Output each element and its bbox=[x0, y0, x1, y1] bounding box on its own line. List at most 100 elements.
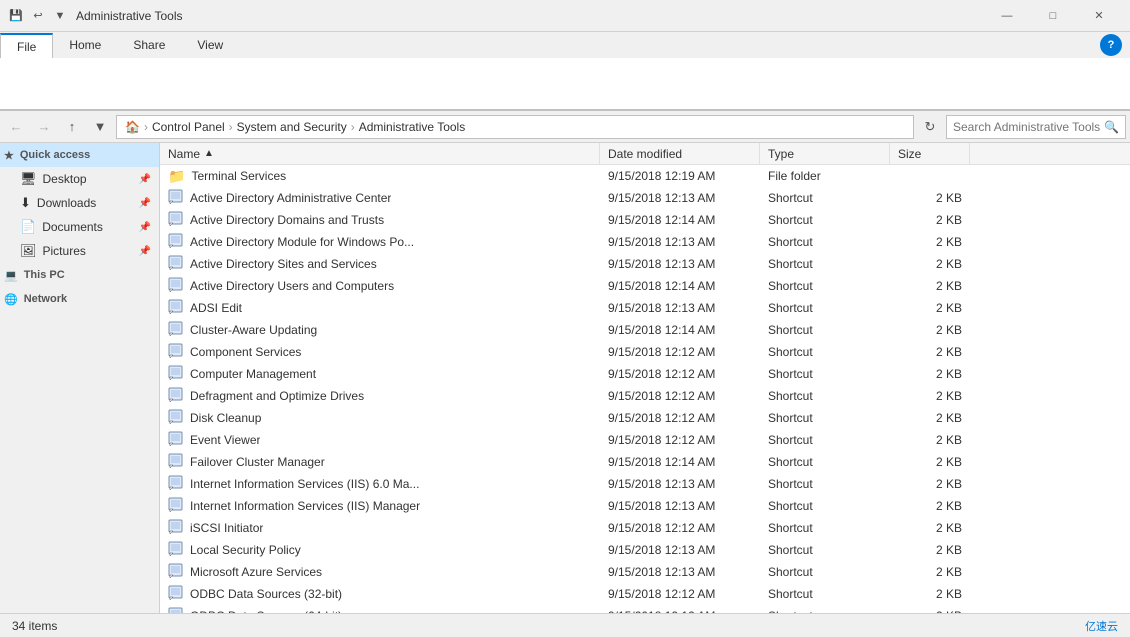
breadcrumb-admin-tools[interactable]: Administrative Tools bbox=[359, 120, 466, 134]
file-date-cell: 9/15/2018 12:12 AM bbox=[600, 521, 760, 535]
shortcut-icon bbox=[168, 431, 184, 450]
breadcrumb-home[interactable]: 🏠 bbox=[125, 120, 140, 134]
table-row[interactable]: ODBC Data Sources (64-bit) 9/15/2018 12:… bbox=[160, 605, 1130, 613]
desktop-label: Desktop bbox=[43, 172, 87, 186]
file-date-cell: 9/15/2018 12:13 AM bbox=[600, 543, 760, 557]
file-type-cell: Shortcut bbox=[760, 543, 890, 557]
close-button[interactable]: ✕ bbox=[1076, 0, 1122, 32]
table-row[interactable]: ADSI Edit 9/15/2018 12:13 AM Shortcut 2 … bbox=[160, 297, 1130, 319]
table-row[interactable]: Failover Cluster Manager 9/15/2018 12:14… bbox=[160, 451, 1130, 473]
table-row[interactable]: iSCSI Initiator 9/15/2018 12:12 AM Short… bbox=[160, 517, 1130, 539]
recent-button[interactable]: ▼ bbox=[88, 115, 112, 139]
sidebar-item-network[interactable]: 🌐 Network bbox=[0, 287, 159, 311]
file-name-cell: Cluster-Aware Updating bbox=[160, 321, 600, 340]
sidebar-item-this-pc[interactable]: 💻 This PC bbox=[0, 263, 159, 287]
table-row[interactable]: Microsoft Azure Services 9/15/2018 12:13… bbox=[160, 561, 1130, 583]
shortcut-icon bbox=[168, 189, 184, 208]
col-header-size[interactable]: Size bbox=[890, 143, 970, 164]
up-button[interactable]: ↑ bbox=[60, 115, 84, 139]
file-size-cell: 2 KB bbox=[890, 323, 970, 337]
col-header-type[interactable]: Type bbox=[760, 143, 890, 164]
sidebar-item-documents[interactable]: 📄 Documents 📌 bbox=[0, 215, 159, 239]
file-date-cell: 9/15/2018 12:13 AM bbox=[600, 499, 760, 513]
col-header-date[interactable]: Date modified bbox=[600, 143, 760, 164]
search-box[interactable]: 🔍 bbox=[946, 115, 1126, 139]
table-row[interactable]: Active Directory Sites and Services 9/15… bbox=[160, 253, 1130, 275]
file-type-cell: Shortcut bbox=[760, 235, 890, 249]
address-bar: ← → ↑ ▼ 🏠 › Control Panel › System and S… bbox=[0, 111, 1130, 143]
file-name-cell: Active Directory Module for Windows Po..… bbox=[160, 233, 600, 252]
shortcut-icon bbox=[168, 211, 184, 230]
col-header-name[interactable]: Name ▲ bbox=[160, 143, 600, 164]
maximize-button[interactable]: □ bbox=[1030, 0, 1076, 32]
file-name: Disk Cleanup bbox=[190, 411, 261, 425]
file-size-cell: 2 KB bbox=[890, 433, 970, 447]
documents-label: Documents bbox=[42, 220, 103, 234]
file-name: Event Viewer bbox=[190, 433, 260, 447]
breadcrumb-system-security[interactable]: System and Security bbox=[237, 120, 347, 134]
breadcrumb-control-panel[interactable]: Control Panel bbox=[152, 120, 225, 134]
this-pc-label: This PC bbox=[24, 269, 65, 281]
file-date-cell: 9/15/2018 12:13 AM bbox=[600, 235, 760, 249]
network-icon: 🌐 bbox=[4, 293, 18, 306]
sidebar-item-desktop[interactable]: 🖥 Desktop 📌 bbox=[0, 167, 159, 191]
pictures-label: Pictures bbox=[43, 244, 86, 258]
file-name: Active Directory Sites and Services bbox=[190, 257, 377, 271]
desktop-icon: 🖥 bbox=[20, 171, 37, 187]
table-row[interactable]: Cluster-Aware Updating 9/15/2018 12:14 A… bbox=[160, 319, 1130, 341]
file-type-cell: Shortcut bbox=[760, 301, 890, 315]
computer-icon: 💻 bbox=[4, 269, 18, 282]
sidebar-item-pictures[interactable]: 🖼 Pictures 📌 bbox=[0, 239, 159, 263]
table-row[interactable]: Component Services 9/15/2018 12:12 AM Sh… bbox=[160, 341, 1130, 363]
save-icon: 💾 bbox=[8, 8, 24, 24]
search-input[interactable] bbox=[953, 120, 1104, 134]
help-button[interactable]: ? bbox=[1100, 34, 1130, 56]
table-row[interactable]: Disk Cleanup 9/15/2018 12:12 AM Shortcut… bbox=[160, 407, 1130, 429]
item-count: 34 items bbox=[12, 619, 57, 633]
file-size-cell: 2 KB bbox=[890, 257, 970, 271]
back-button[interactable]: ← bbox=[4, 115, 28, 139]
file-size-cell: 2 KB bbox=[890, 411, 970, 425]
table-row[interactable]: Internet Information Services (IIS) 6.0 … bbox=[160, 473, 1130, 495]
file-rows-container: 📁 Terminal Services 9/15/2018 12:19 AM F… bbox=[160, 165, 1130, 613]
window-title: Administrative Tools bbox=[76, 9, 984, 23]
file-size-cell: 2 KB bbox=[890, 521, 970, 535]
file-type-cell: Shortcut bbox=[760, 455, 890, 469]
table-row[interactable]: ODBC Data Sources (32-bit) 9/15/2018 12:… bbox=[160, 583, 1130, 605]
file-name: Defragment and Optimize Drives bbox=[190, 389, 364, 403]
file-date-cell: 9/15/2018 12:12 AM bbox=[600, 587, 760, 601]
tab-home[interactable]: Home bbox=[53, 32, 117, 58]
table-row[interactable]: Event Viewer 9/15/2018 12:12 AM Shortcut… bbox=[160, 429, 1130, 451]
ribbon-tabs: File Home Share View bbox=[0, 32, 239, 58]
table-row[interactable]: Active Directory Users and Computers 9/1… bbox=[160, 275, 1130, 297]
forward-button[interactable]: → bbox=[32, 115, 56, 139]
star-icon: ★ bbox=[4, 149, 14, 162]
tab-share[interactable]: Share bbox=[117, 32, 181, 58]
table-row[interactable]: Active Directory Domains and Trusts 9/15… bbox=[160, 209, 1130, 231]
file-list[interactable]: Name ▲ Date modified Type Size 📁 Termina… bbox=[160, 143, 1130, 613]
refresh-button[interactable]: ↻ bbox=[918, 115, 942, 139]
tab-file[interactable]: File bbox=[0, 33, 53, 58]
table-row[interactable]: Active Directory Module for Windows Po..… bbox=[160, 231, 1130, 253]
minimize-button[interactable]: — bbox=[984, 0, 1030, 32]
table-row[interactable]: Active Directory Administrative Center 9… bbox=[160, 187, 1130, 209]
table-row[interactable]: Internet Information Services (IIS) Mana… bbox=[160, 495, 1130, 517]
sidebar-item-quick-access[interactable]: ★ Quick access bbox=[0, 143, 159, 167]
table-row[interactable]: 📁 Terminal Services 9/15/2018 12:19 AM F… bbox=[160, 165, 1130, 187]
table-row[interactable]: Computer Management 9/15/2018 12:12 AM S… bbox=[160, 363, 1130, 385]
sidebar-item-downloads[interactable]: ⬇ Downloads 📌 bbox=[0, 191, 159, 215]
file-name: Terminal Services bbox=[191, 169, 286, 183]
file-name-cell: Disk Cleanup bbox=[160, 409, 600, 428]
file-name-cell: Event Viewer bbox=[160, 431, 600, 450]
tab-view[interactable]: View bbox=[181, 32, 239, 58]
sort-arrow: ▲ bbox=[204, 148, 214, 159]
address-path[interactable]: 🏠 › Control Panel › System and Security … bbox=[116, 115, 914, 139]
table-row[interactable]: Defragment and Optimize Drives 9/15/2018… bbox=[160, 385, 1130, 407]
table-row[interactable]: Local Security Policy 9/15/2018 12:13 AM… bbox=[160, 539, 1130, 561]
shortcut-icon bbox=[168, 299, 184, 318]
shortcut-icon bbox=[168, 409, 184, 428]
file-name: Active Directory Module for Windows Po..… bbox=[190, 235, 414, 249]
undo-icon: ↩ bbox=[30, 8, 46, 24]
shortcut-icon bbox=[168, 497, 184, 516]
file-name: Active Directory Domains and Trusts bbox=[190, 213, 384, 227]
